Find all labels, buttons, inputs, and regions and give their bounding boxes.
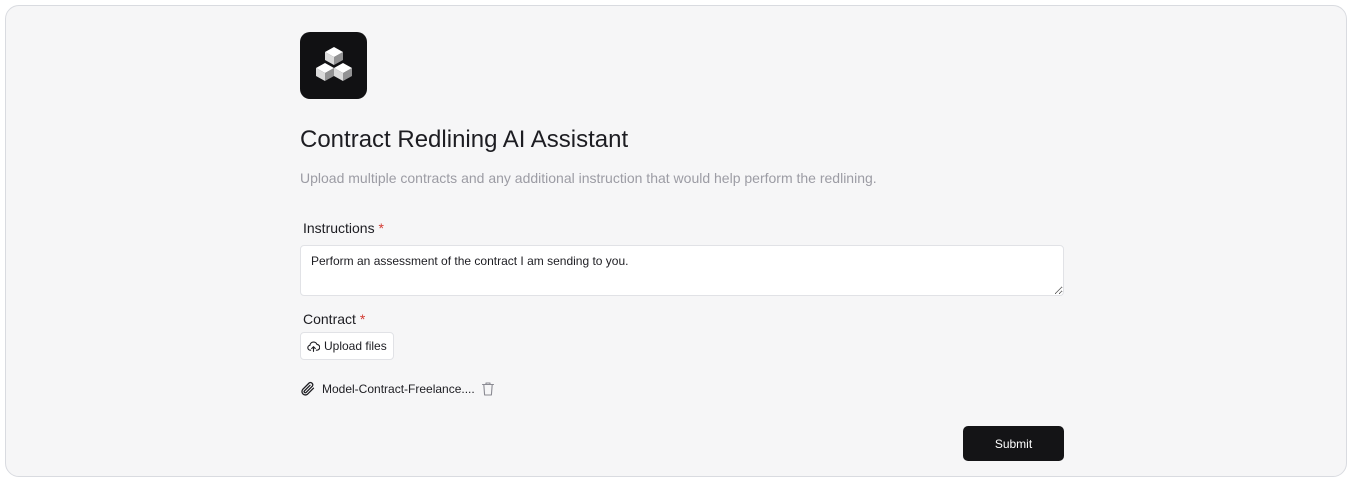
file-name: Model-Contract-Freelance.... xyxy=(322,382,475,396)
contract-label: Contract * xyxy=(300,310,1064,328)
page-title: Contract Redlining AI Assistant xyxy=(300,126,629,153)
paperclip-icon xyxy=(300,381,316,397)
form-container: Contract Redlining AI Assistant Upload m… xyxy=(300,32,1064,461)
submit-row: Submit xyxy=(300,426,1064,461)
upload-files-label: Upload files xyxy=(324,339,387,353)
cubes-logo-icon xyxy=(300,32,367,99)
contract-label-text: Contract xyxy=(303,311,356,327)
upload-files-button[interactable]: Upload files xyxy=(300,332,394,360)
required-marker: * xyxy=(359,311,366,327)
required-marker: * xyxy=(378,220,384,236)
page-subtitle: Upload multiple contracts and any additi… xyxy=(300,170,877,186)
file-list-item: Model-Contract-Freelance.... xyxy=(300,380,1064,398)
cloud-upload-icon xyxy=(307,340,320,353)
instructions-label: Instructions * xyxy=(300,219,1064,237)
instructions-textarea[interactable]: Perform an assessment of the contract I … xyxy=(300,245,1064,296)
submit-button[interactable]: Submit xyxy=(963,426,1064,461)
trash-icon[interactable] xyxy=(481,381,495,397)
instructions-label-text: Instructions xyxy=(303,220,375,236)
app-frame: Contract Redlining AI Assistant Upload m… xyxy=(5,5,1347,477)
